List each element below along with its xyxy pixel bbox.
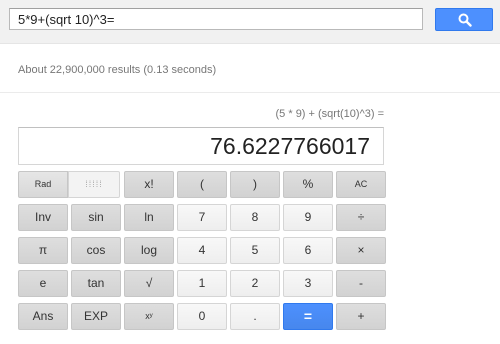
percent-button[interactable]: %: [283, 171, 333, 198]
seven-button[interactable]: 7: [177, 204, 227, 231]
cos-button[interactable]: cos: [71, 237, 121, 264]
eight-button[interactable]: 8: [230, 204, 280, 231]
calculator-display: 76.6227766017: [18, 127, 384, 165]
sin-button[interactable]: sin: [71, 204, 121, 231]
equals-button[interactable]: =: [283, 303, 333, 330]
nine-button[interactable]: 9: [283, 204, 333, 231]
calculator-expression: (5 * 9) + (sqrt(10)^3) =: [275, 108, 384, 120]
three-button[interactable]: 3: [283, 270, 333, 297]
e-button[interactable]: e: [18, 270, 68, 297]
ln-button[interactable]: ln: [124, 204, 174, 231]
six-button[interactable]: 6: [283, 237, 333, 264]
inv-button[interactable]: Inv: [18, 204, 68, 231]
search-bar: [0, 0, 500, 44]
open-paren-button[interactable]: (: [177, 171, 227, 198]
search-input[interactable]: [9, 8, 423, 30]
pi-button[interactable]: π: [18, 237, 68, 264]
sqrt-button[interactable]: √: [124, 270, 174, 297]
two-button[interactable]: 2: [230, 270, 280, 297]
zero-button[interactable]: 0: [177, 303, 227, 330]
all-clear-button[interactable]: AC: [336, 171, 386, 198]
decimal-button[interactable]: .: [230, 303, 280, 330]
rad-button[interactable]: Rad: [18, 171, 68, 198]
factorial-button[interactable]: x!: [124, 171, 174, 198]
divider: [0, 92, 500, 93]
search-icon: [458, 13, 472, 27]
four-button[interactable]: 4: [177, 237, 227, 264]
tan-button[interactable]: tan: [71, 270, 121, 297]
log-button[interactable]: log: [124, 237, 174, 264]
plus-button[interactable]: +: [336, 303, 386, 330]
minus-button[interactable]: -: [336, 270, 386, 297]
close-paren-button[interactable]: ): [230, 171, 280, 198]
results-stats: About 22,900,000 results (0.13 seconds): [18, 64, 217, 76]
ans-button[interactable]: Ans: [18, 303, 68, 330]
deg-button[interactable]: ⁞⁞⁞⁞⁞: [68, 171, 120, 198]
multiply-button[interactable]: ×: [336, 237, 386, 264]
one-button[interactable]: 1: [177, 270, 227, 297]
exp-button[interactable]: EXP: [71, 303, 121, 330]
divide-button[interactable]: ÷: [336, 204, 386, 231]
search-button[interactable]: [435, 8, 493, 31]
power-button[interactable]: xʸ: [124, 303, 174, 330]
five-button[interactable]: 5: [230, 237, 280, 264]
